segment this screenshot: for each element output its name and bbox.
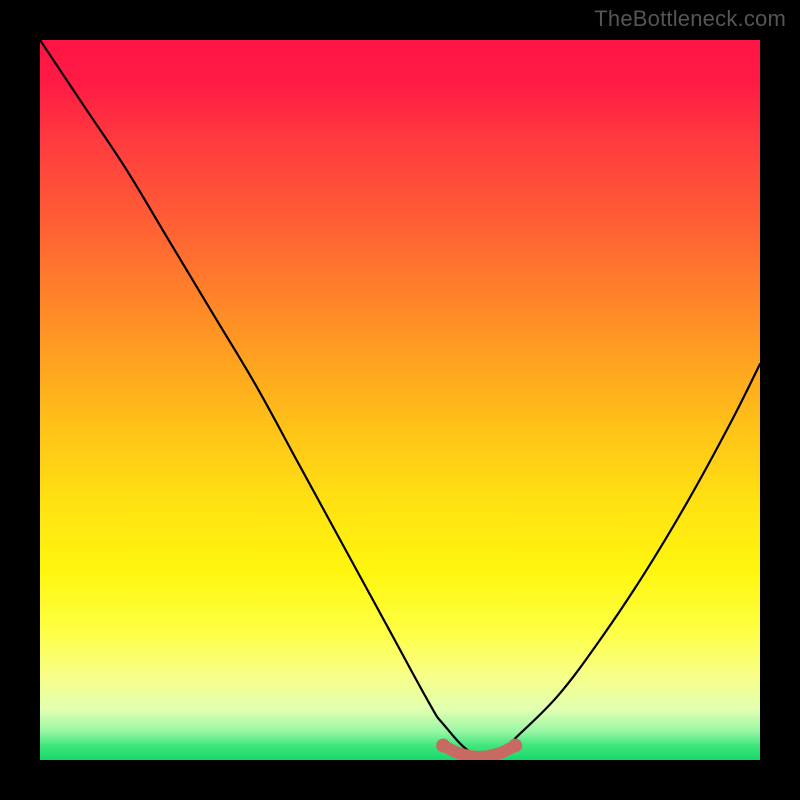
plot-area (40, 40, 760, 760)
highlight-band (443, 746, 515, 757)
bottleneck-curve (40, 40, 760, 756)
chart-frame: TheBottleneck.com (0, 0, 800, 800)
highlight-end-dot (508, 739, 522, 753)
highlight-start-dot (436, 739, 450, 753)
curve-layer (40, 40, 760, 760)
watermark-text: TheBottleneck.com (594, 6, 786, 32)
